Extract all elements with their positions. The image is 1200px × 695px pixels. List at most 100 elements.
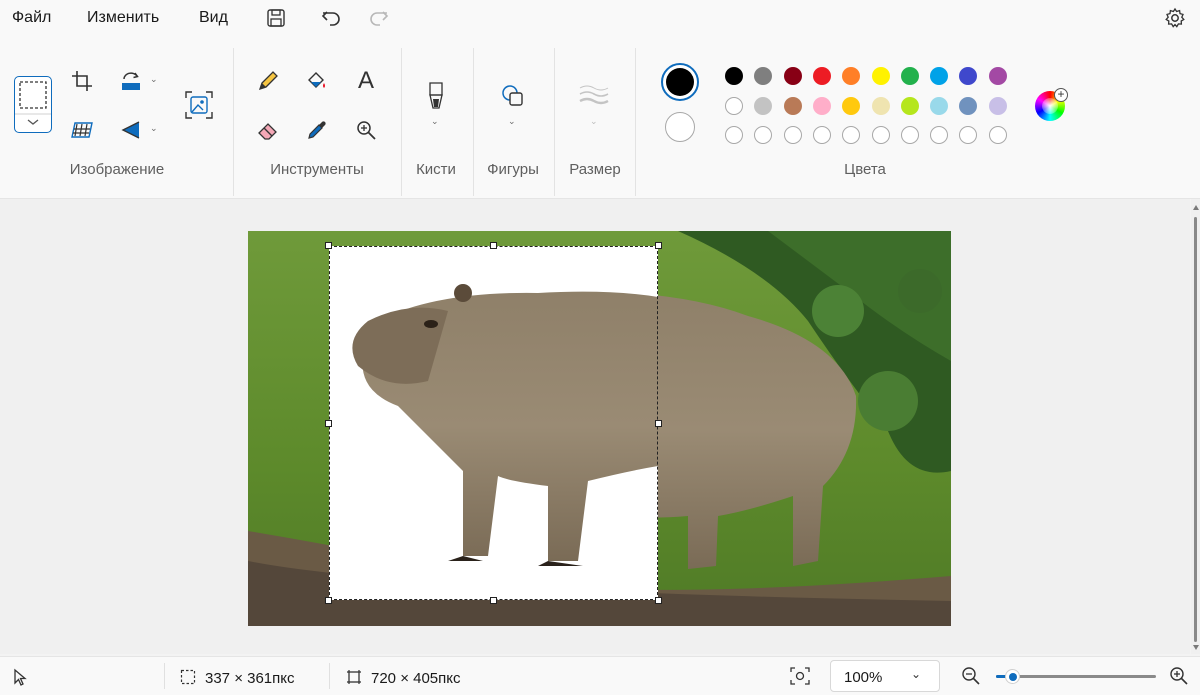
color-swatch[interactable] [812,96,831,115]
canvas-size-text: 720 × 405пкс [371,670,461,687]
selection-handle-top-left[interactable] [325,242,332,249]
menu-view[interactable]: Вид [199,9,228,27]
color-swatch[interactable] [900,96,919,115]
pencil-icon[interactable] [252,65,284,97]
group-label-size: Размер [569,161,621,178]
undo-icon[interactable] [318,6,344,30]
color-swatch[interactable] [900,67,919,85]
flip-icon[interactable] [115,114,147,146]
zoom-slider-track[interactable] [996,669,1156,684]
custom-color-slot[interactable] [871,126,890,144]
color-swatch[interactable] [754,96,773,115]
select-tool-button[interactable] [14,76,52,133]
color-swatch[interactable] [725,67,743,85]
image-background-icon[interactable] [183,89,215,121]
settings-gear-icon[interactable] [1162,6,1188,30]
ribbon-separator [554,48,555,196]
color-swatch[interactable] [783,67,802,85]
color-swatch[interactable] [959,67,978,85]
menu-bar: Файл Изменить Вид [0,0,1200,40]
color-swatch[interactable] [988,96,1007,115]
add-color-plus-icon: + [1054,88,1068,102]
color-swatch[interactable] [988,67,1007,85]
zoom-in-icon[interactable] [1169,666,1189,691]
custom-color-slot[interactable] [900,126,919,144]
selection-handle-top[interactable] [490,242,497,249]
custom-color-slot[interactable] [930,126,949,144]
magnifier-icon[interactable] [350,114,382,146]
menu-edit[interactable]: Изменить [87,9,159,27]
brush-dropdown-chevron-icon[interactable]: ⌄ [431,116,439,127]
custom-color-slot[interactable] [959,126,978,144]
custom-color-slot[interactable] [842,126,861,144]
color-swatch[interactable] [930,96,949,115]
custom-color-slot[interactable] [754,126,773,144]
color-swatch[interactable] [871,96,890,115]
secondary-color-button[interactable] [665,112,695,142]
selection-handle-bottom[interactable] [490,597,497,604]
custom-color-slot[interactable] [783,126,802,144]
ribbon: ⌄ ⌄ Изображение A Инструменты ⌄ Кисти ⌄ … [0,40,1200,199]
vertical-scrollbar[interactable] [1191,199,1200,654]
canvas-size-icon [346,669,362,690]
zoom-slider-thumb[interactable] [1005,669,1020,684]
rotate-icon[interactable] [115,65,147,97]
selection-size-icon [180,669,196,690]
save-icon[interactable] [263,6,289,30]
stroke-size-icon[interactable] [578,80,610,112]
custom-color-slot[interactable] [988,126,1007,144]
color-swatch[interactable] [754,67,773,85]
status-divider [164,663,165,689]
rotate-dropdown-chevron-icon[interactable]: ⌄ [150,74,158,85]
primary-color-button[interactable] [661,63,699,101]
ribbon-separator [635,48,636,196]
scroll-thumb[interactable] [1194,217,1197,642]
brush-icon[interactable] [420,80,452,112]
scroll-down-arrow-icon[interactable] [1193,645,1199,650]
zoom-chevron-down-icon: ⌄ [911,667,922,681]
size-dropdown-chevron-icon[interactable]: ⌄ [590,116,598,127]
text-tool-icon[interactable]: A [350,65,382,97]
group-label-tools: Инструменты [270,161,364,178]
menu-file[interactable]: Файл [12,9,51,27]
ribbon-separator [233,48,234,196]
shapes-dropdown-chevron-icon[interactable]: ⌄ [508,116,516,127]
selection-handle-left[interactable] [325,420,332,427]
group-label-colors: Цвета [844,161,886,178]
selection-handle-top-right[interactable] [655,242,662,249]
selection-rectangle[interactable] [329,246,658,600]
shapes-icon[interactable] [497,80,529,112]
scroll-up-arrow-icon[interactable] [1193,205,1199,210]
redo-icon[interactable] [366,6,392,30]
color-picker-icon[interactable] [301,114,333,146]
zoom-dropdown[interactable]: 100% ⌄ [830,660,940,692]
ribbon-separator [401,48,402,196]
status-divider [329,663,330,689]
custom-color-slot[interactable] [725,126,743,144]
color-swatch[interactable] [842,96,861,115]
fill-bucket-icon[interactable] [301,65,333,97]
flip-dropdown-chevron-icon[interactable]: ⌄ [150,123,158,134]
fit-to-window-icon[interactable] [790,667,810,690]
group-label-brushes: Кисти [416,161,456,178]
ribbon-separator [473,48,474,196]
color-swatch[interactable] [783,96,802,115]
selection-handle-bottom-left[interactable] [325,597,332,604]
color-swatch[interactable] [959,96,978,115]
crop-icon[interactable] [66,65,98,97]
custom-color-slot[interactable] [812,126,831,144]
zoom-out-icon[interactable] [961,666,981,691]
selection-handle-bottom-right[interactable] [655,597,662,604]
color-swatch[interactable] [725,96,743,115]
color-swatch[interactable] [930,67,949,85]
zoom-value: 100% [844,669,883,686]
selection-handle-right[interactable] [655,420,662,427]
resize-skew-icon[interactable] [66,114,98,146]
primary-color-swatch [666,68,694,96]
edit-colors-wheel-icon[interactable]: + [1035,88,1068,121]
color-swatch[interactable] [842,67,861,85]
color-swatch[interactable] [871,67,890,85]
color-swatch[interactable] [812,67,831,85]
group-label-image: Изображение [69,161,165,178]
eraser-icon[interactable] [252,114,284,146]
